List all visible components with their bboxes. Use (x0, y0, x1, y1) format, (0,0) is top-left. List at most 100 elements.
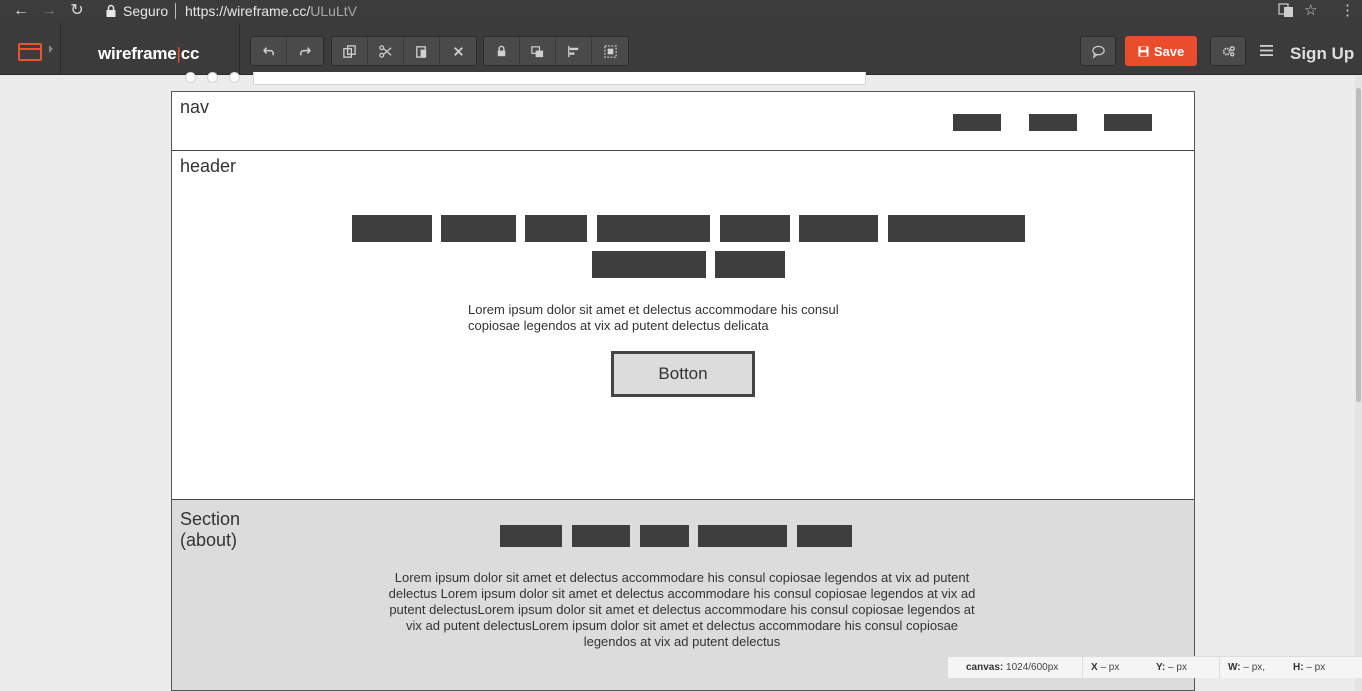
copy-button[interactable] (332, 37, 368, 65)
header-section[interactable]: header Lorem ipsum dolor sit amet et del… (172, 151, 1194, 500)
comment-button[interactable] (1080, 36, 1116, 66)
title-word-block[interactable] (597, 215, 710, 242)
undo-button[interactable] (251, 37, 287, 65)
w-value: – px, (1243, 662, 1266, 673)
history-group (250, 36, 324, 66)
frame-type-icon[interactable] (18, 43, 42, 61)
header-cta-button[interactable]: Botton (611, 351, 755, 397)
bring-front-icon (531, 45, 544, 57)
lock-icon (497, 45, 506, 56)
cut-icon (379, 44, 392, 58)
copy-icon (343, 44, 356, 58)
x-label: X (1091, 662, 1098, 673)
wireframe-canvas[interactable]: nav header Lorem ipsum dolor sit amet et… (171, 91, 1195, 691)
clipboard-group (331, 36, 477, 66)
window-dot (185, 72, 196, 83)
w-label: W: (1228, 662, 1241, 673)
mockup-address-bar (253, 72, 866, 85)
logo-cc: cc (180, 44, 200, 63)
floppy-disk-icon (1138, 45, 1149, 57)
caret-right-icon[interactable] (49, 45, 53, 53)
app-toolbar: wireframe|cc Save Sign Up (0, 23, 1362, 75)
about-title-block[interactable] (572, 525, 630, 547)
title-word-block[interactable] (592, 251, 706, 278)
header-paragraph[interactable]: Lorem ipsum dolor sit amet et delectus a… (468, 302, 888, 334)
title-word-block[interactable] (525, 215, 587, 242)
align-button[interactable] (556, 37, 592, 65)
x-value: – px (1100, 662, 1120, 673)
delete-icon (453, 46, 463, 56)
title-word-block[interactable] (441, 215, 516, 242)
group-icon (603, 44, 617, 58)
title-word-block[interactable] (799, 215, 878, 242)
scrollbar-thumb[interactable] (1356, 88, 1361, 402)
nav-section[interactable]: nav (172, 92, 1194, 151)
sign-up-link[interactable]: Sign Up (1290, 44, 1354, 64)
secure-label: Seguro (123, 3, 169, 19)
window-dot (229, 72, 240, 83)
url-base: https://wireframe.cc/ (185, 3, 311, 19)
arrange-group (483, 36, 629, 66)
y-value: – px (1168, 662, 1187, 673)
vertical-scrollbar[interactable] (1355, 76, 1362, 691)
about-title-block[interactable] (698, 525, 787, 547)
lock-button[interactable] (484, 37, 520, 65)
header-label: header (180, 156, 237, 176)
about-paragraph[interactable]: Lorem ipsum dolor sit amet et delectus a… (382, 570, 982, 650)
url-path: ULuLtV (310, 3, 357, 19)
nav-link-placeholder[interactable] (1029, 114, 1077, 131)
paste-icon (416, 45, 427, 58)
status-bar: canvas: 1024/600px X – px Y: – px W: – p… (948, 656, 1362, 679)
save-button[interactable]: Save (1125, 36, 1197, 66)
redo-button[interactable] (287, 37, 323, 65)
reload-icon[interactable]: ↻ (68, 2, 86, 20)
redo-icon (299, 46, 311, 55)
x-readout: X – px (1091, 662, 1119, 673)
about-title-block[interactable] (640, 525, 689, 547)
workspace: nav header Lorem ipsum dolor sit amet et… (0, 72, 1362, 691)
settings-button[interactable] (1210, 36, 1246, 66)
y-readout: Y: – px (1156, 662, 1187, 673)
toolbar-divider (239, 23, 240, 75)
cut-button[interactable] (368, 37, 404, 65)
nav-link-placeholder[interactable] (1104, 114, 1152, 131)
status-divider (1082, 657, 1083, 679)
title-word-block[interactable] (715, 251, 785, 278)
align-icon (568, 45, 579, 57)
group-button[interactable] (592, 37, 628, 65)
browser-bar: ← → ↻ Seguro https://wireframe.cc/ULuLtV… (0, 0, 1362, 23)
y-label: Y: (1156, 662, 1166, 673)
title-word-block[interactable] (352, 215, 432, 242)
toolbar-divider (60, 23, 61, 75)
delete-button[interactable] (440, 37, 476, 65)
canvas-size-label: canvas: (966, 662, 1004, 673)
save-label: Save (1153, 43, 1185, 59)
canvas-size-value: 1024/600px (1006, 662, 1059, 673)
menu-icon[interactable] (1260, 45, 1273, 56)
nav-label: nav (180, 97, 210, 117)
h-readout: H: – px (1293, 662, 1325, 673)
comment-icon (1091, 45, 1105, 59)
window-dot (207, 72, 218, 83)
about-title-block[interactable] (500, 525, 562, 547)
paste-button[interactable] (404, 37, 440, 65)
chrome-menu-icon[interactable]: ⋮ (1340, 2, 1355, 20)
logo[interactable]: wireframe|cc (98, 44, 199, 64)
forward-icon[interactable]: → (40, 2, 58, 20)
translate-icon[interactable] (1278, 2, 1294, 23)
settings-icon (1222, 45, 1235, 56)
title-word-block[interactable] (888, 215, 1025, 242)
h-label: H: (1293, 662, 1304, 673)
logo-main: wireframe (98, 44, 177, 63)
bookmark-star-icon[interactable]: ☆ (1304, 2, 1317, 20)
about-label: Section (about) (180, 509, 241, 550)
back-icon[interactable]: ← (12, 2, 30, 20)
url-separator (175, 3, 176, 19)
address-bar[interactable]: https://wireframe.cc/ULuLtV (185, 3, 357, 19)
bring-front-button[interactable] (520, 37, 556, 65)
lock-icon (106, 4, 116, 17)
about-title-block[interactable] (797, 525, 852, 547)
title-word-block[interactable] (720, 215, 790, 242)
w-readout: W: – px, (1228, 662, 1265, 673)
nav-link-placeholder[interactable] (953, 114, 1001, 131)
